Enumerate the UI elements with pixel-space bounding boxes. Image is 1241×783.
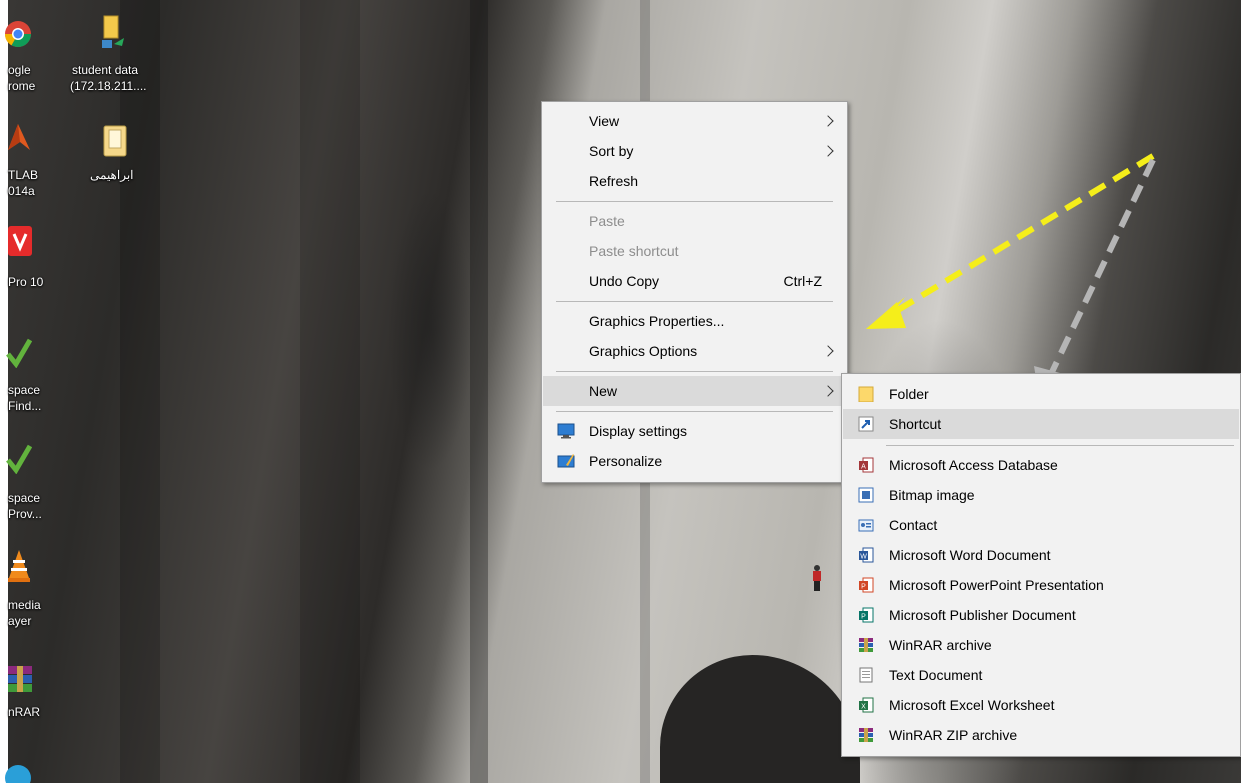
submenu-item-winrar-zip[interactable]: WinRAR ZIP archive bbox=[843, 720, 1239, 750]
svg-text:P: P bbox=[861, 584, 866, 591]
menu-item-label: Text Document bbox=[889, 667, 983, 683]
menu-item-label: Paste shortcut bbox=[589, 243, 679, 259]
folder-icon bbox=[858, 386, 874, 402]
menu-item-label: WinRAR ZIP archive bbox=[889, 727, 1018, 743]
grey-arrow-line bbox=[1049, 158, 1156, 374]
menu-item-label: Shortcut bbox=[889, 416, 942, 432]
menu-separator bbox=[556, 371, 833, 372]
word-icon: W bbox=[859, 547, 874, 563]
bitmap-icon bbox=[858, 487, 874, 503]
winrar-zip-icon bbox=[859, 728, 873, 742]
chevron-right-icon bbox=[822, 385, 834, 397]
submenu-item-powerpoint[interactable]: P Microsoft PowerPoint Presentation bbox=[843, 570, 1239, 600]
keyboard-shortcut: Ctrl+Z bbox=[783, 273, 823, 289]
menu-item-label: Personalize bbox=[589, 453, 663, 469]
menu-item-label: Microsoft Publisher Document bbox=[889, 607, 1076, 623]
submenu-item-publisher[interactable]: P Microsoft Publisher Document bbox=[843, 600, 1239, 630]
menu-item-paste-shortcut[interactable]: Paste shortcut bbox=[543, 236, 846, 266]
menu-item-personalize[interactable]: Personalize bbox=[543, 446, 846, 476]
menu-separator bbox=[556, 201, 833, 202]
menu-item-new[interactable]: New bbox=[543, 376, 846, 406]
menu-item-label: WinRAR archive bbox=[889, 637, 992, 653]
menu-item-label: Bitmap image bbox=[889, 487, 975, 503]
menu-separator bbox=[886, 445, 1234, 446]
svg-text:P: P bbox=[861, 614, 866, 621]
menu-item-label: Microsoft Excel Worksheet bbox=[889, 697, 1055, 713]
access-icon: A bbox=[859, 457, 874, 473]
menu-item-undo-copy[interactable]: Undo Copy Ctrl+Z bbox=[543, 266, 846, 296]
chevron-right-icon bbox=[822, 115, 834, 127]
publisher-icon: P bbox=[859, 607, 874, 623]
menu-item-label: Microsoft Access Database bbox=[889, 457, 1058, 473]
menu-item-refresh[interactable]: Refresh bbox=[543, 166, 846, 196]
menu-separator bbox=[556, 301, 833, 302]
submenu-item-shortcut[interactable]: Shortcut bbox=[843, 409, 1239, 439]
monitor-icon bbox=[557, 423, 575, 439]
context-menu: View Sort by Refresh Paste Paste shortcu… bbox=[541, 101, 848, 483]
menu-item-label: Display settings bbox=[589, 423, 688, 439]
menu-item-label: Microsoft Word Document bbox=[889, 547, 1051, 563]
menu-item-paste[interactable]: Paste bbox=[543, 206, 846, 236]
svg-text:A: A bbox=[861, 464, 866, 471]
menu-item-view[interactable]: View bbox=[543, 106, 846, 136]
menu-item-label: Graphics Properties... bbox=[589, 313, 725, 329]
personalize-icon bbox=[557, 454, 575, 468]
yellow-arrow-line bbox=[896, 153, 1155, 313]
submenu-item-contact[interactable]: Contact bbox=[843, 510, 1239, 540]
contact-icon bbox=[858, 519, 874, 532]
menu-item-label: Undo Copy bbox=[589, 273, 660, 289]
menu-item-label: Refresh bbox=[589, 173, 639, 189]
menu-item-label: Sort by bbox=[589, 143, 634, 159]
chevron-right-icon bbox=[822, 145, 834, 157]
svg-text:X: X bbox=[861, 704, 866, 711]
submenu-item-excel[interactable]: X Microsoft Excel Worksheet bbox=[843, 690, 1239, 720]
menu-item-graphics-properties[interactable]: Graphics Properties... bbox=[543, 306, 846, 336]
menu-item-display-settings[interactable]: Display settings bbox=[543, 416, 846, 446]
menu-item-label: New bbox=[589, 383, 618, 399]
menu-item-label: Contact bbox=[889, 517, 938, 533]
submenu-item-bitmap[interactable]: Bitmap image bbox=[843, 480, 1239, 510]
menu-item-sort-by[interactable]: Sort by bbox=[543, 136, 846, 166]
menu-item-label: Microsoft PowerPoint Presentation bbox=[889, 577, 1104, 593]
menu-item-label: View bbox=[589, 113, 620, 129]
submenu-item-folder[interactable]: Folder bbox=[843, 379, 1239, 409]
new-submenu: Folder Shortcut A Microsoft Access Datab… bbox=[841, 373, 1241, 757]
excel-icon: X bbox=[859, 697, 874, 713]
winrar-icon bbox=[859, 638, 873, 652]
text-document-icon bbox=[859, 667, 873, 683]
submenu-item-access[interactable]: A Microsoft Access Database bbox=[843, 450, 1239, 480]
submenu-item-winrar[interactable]: WinRAR archive bbox=[843, 630, 1239, 660]
menu-separator bbox=[556, 411, 833, 412]
powerpoint-icon: P bbox=[859, 577, 874, 593]
submenu-item-text[interactable]: Text Document bbox=[843, 660, 1239, 690]
shortcut-icon bbox=[858, 416, 874, 432]
menu-item-graphics-options[interactable]: Graphics Options bbox=[543, 336, 846, 366]
svg-text:W: W bbox=[860, 554, 867, 561]
submenu-item-word[interactable]: W Microsoft Word Document bbox=[843, 540, 1239, 570]
chevron-right-icon bbox=[822, 345, 834, 357]
menu-item-label: Paste bbox=[589, 213, 625, 229]
menu-item-label: Graphics Options bbox=[589, 343, 698, 359]
menu-item-label: Folder bbox=[889, 386, 929, 402]
